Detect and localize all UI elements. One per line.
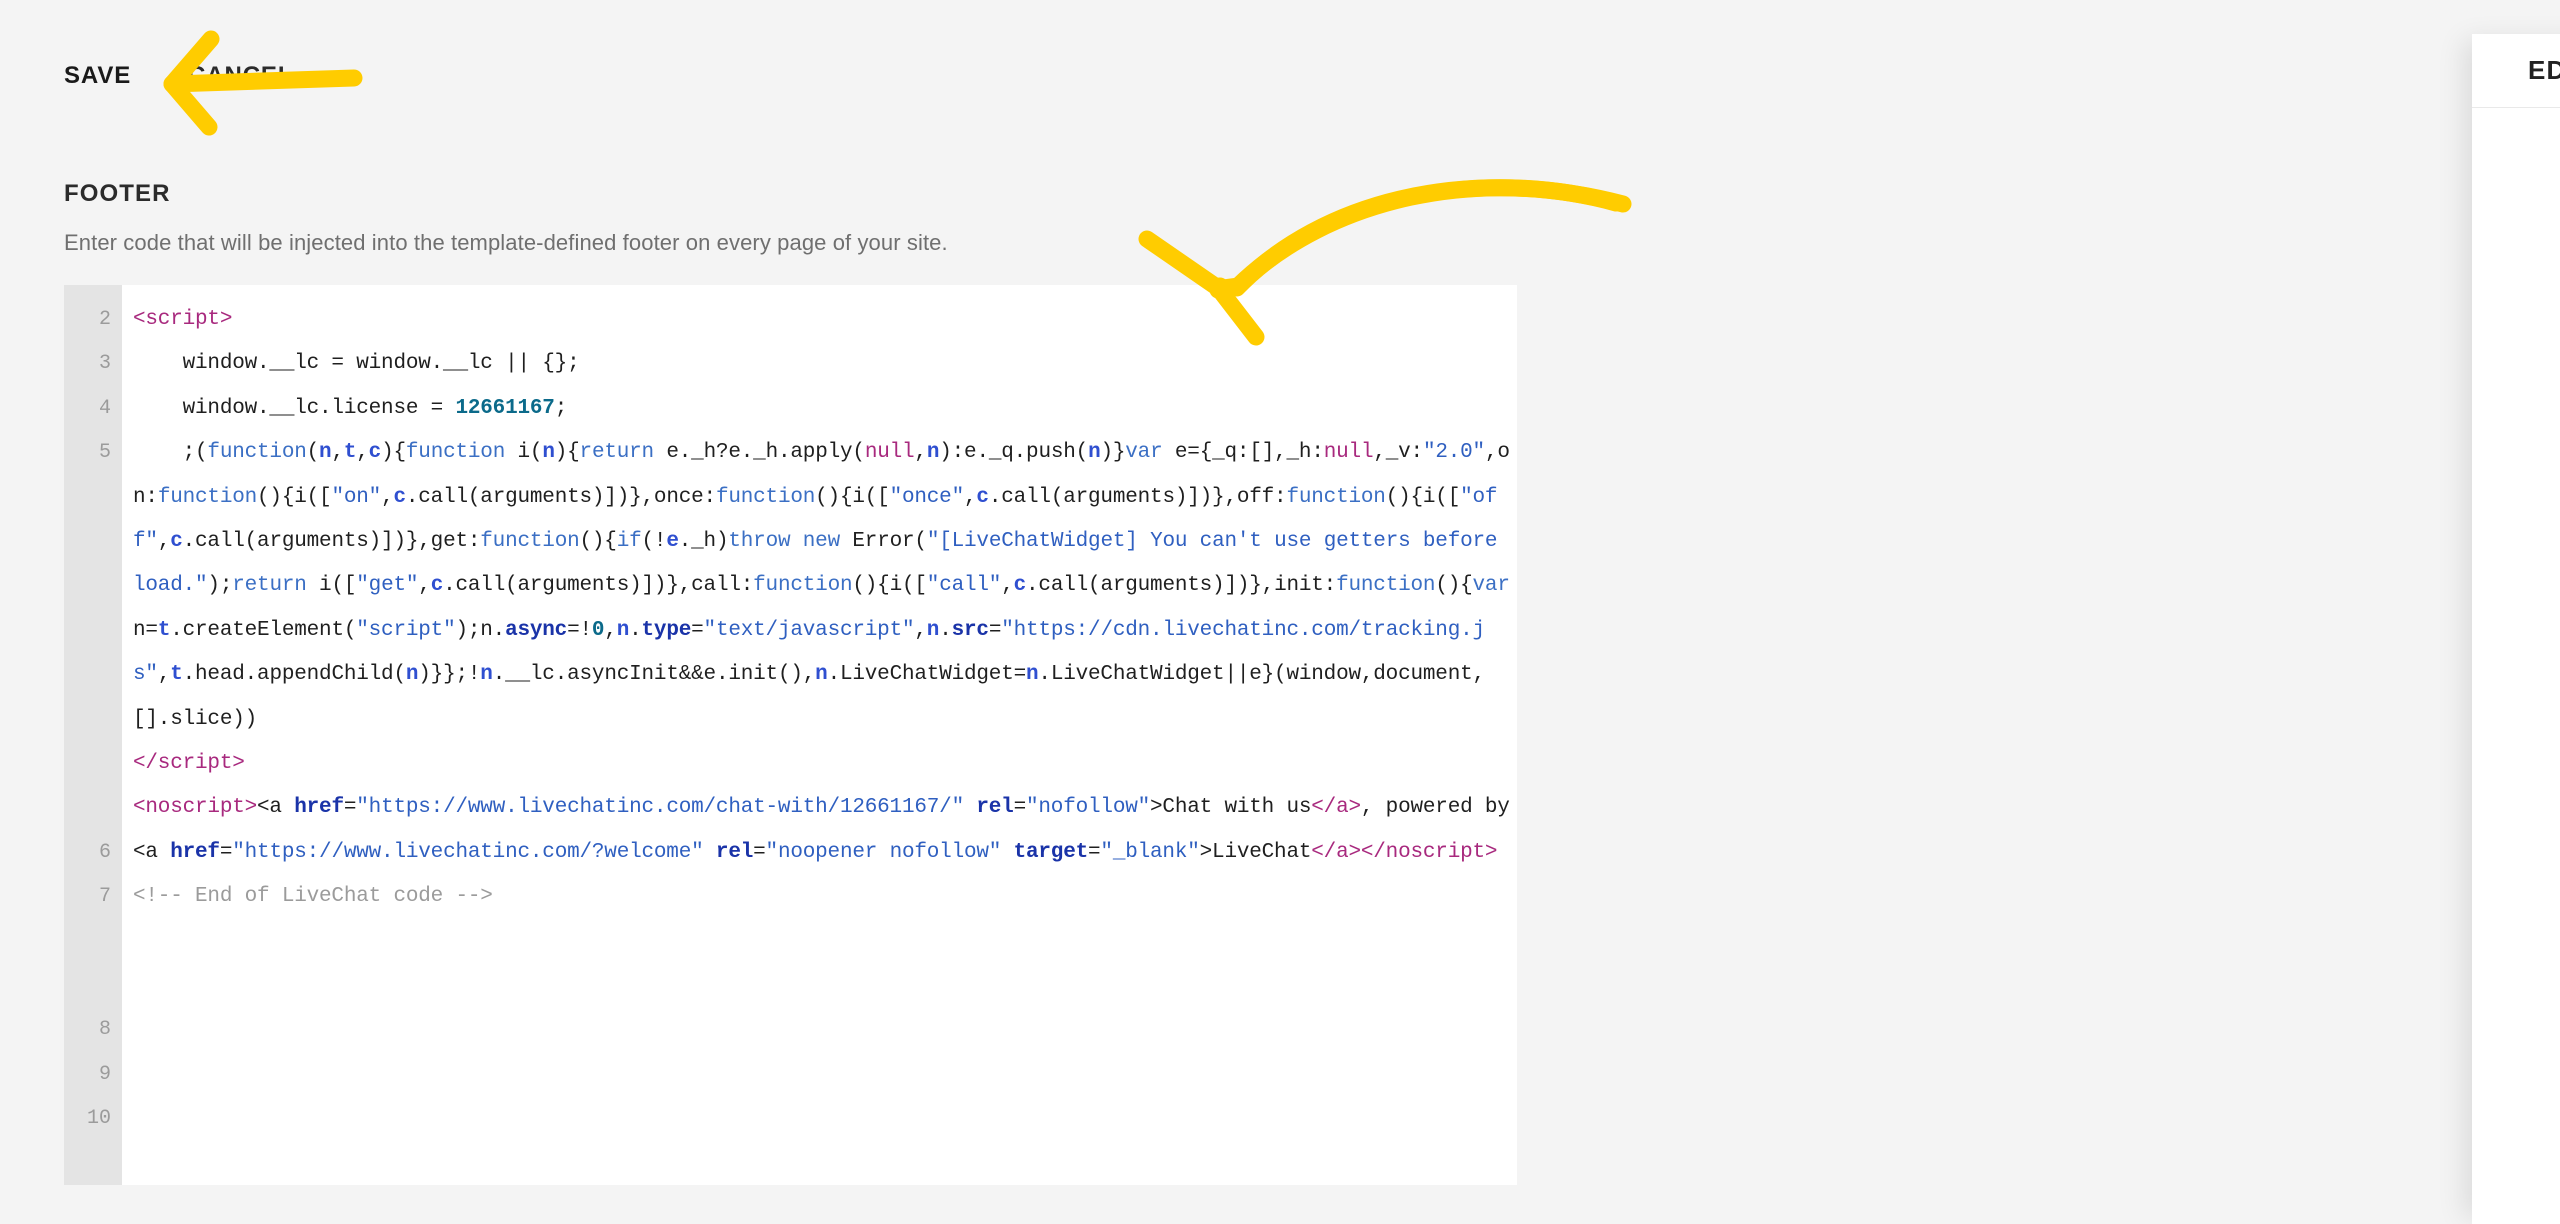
line-number: 7 bbox=[98, 885, 111, 909]
line-number: 8 bbox=[98, 1018, 111, 1042]
line-number-gutter: 2 3 4 5 6 7 8 9 10 bbox=[64, 285, 122, 1185]
code-content[interactable]: <script> window.__lc = window.__lc || {}… bbox=[122, 285, 1517, 1185]
section-description: Enter code that will be injected into th… bbox=[64, 230, 948, 255]
line-number: 6 bbox=[98, 840, 111, 864]
edit-side-panel-title: EDIT bbox=[2528, 55, 2560, 85]
page-root: SAVE CANCEL FOOTER Enter code that will … bbox=[0, 0, 2560, 1224]
line-number: 4 bbox=[98, 396, 111, 420]
code-editor[interactable]: 2 3 4 5 6 7 8 9 10 <script> window.__lc … bbox=[64, 285, 1517, 1185]
line-number: 10 bbox=[86, 1107, 111, 1131]
action-bar: SAVE CANCEL bbox=[0, 0, 2560, 140]
save-button[interactable]: SAVE bbox=[64, 62, 131, 90]
edit-side-panel-header: EDIT bbox=[2472, 34, 2560, 108]
line-number: 9 bbox=[98, 1062, 111, 1086]
edit-side-panel[interactable]: EDIT bbox=[2472, 34, 2560, 1224]
line-number: 5 bbox=[98, 441, 111, 465]
cancel-button[interactable]: CANCEL bbox=[188, 62, 293, 90]
line-number: 2 bbox=[98, 308, 111, 331]
section-title: FOOTER bbox=[64, 180, 171, 207]
line-number: 3 bbox=[98, 352, 111, 376]
